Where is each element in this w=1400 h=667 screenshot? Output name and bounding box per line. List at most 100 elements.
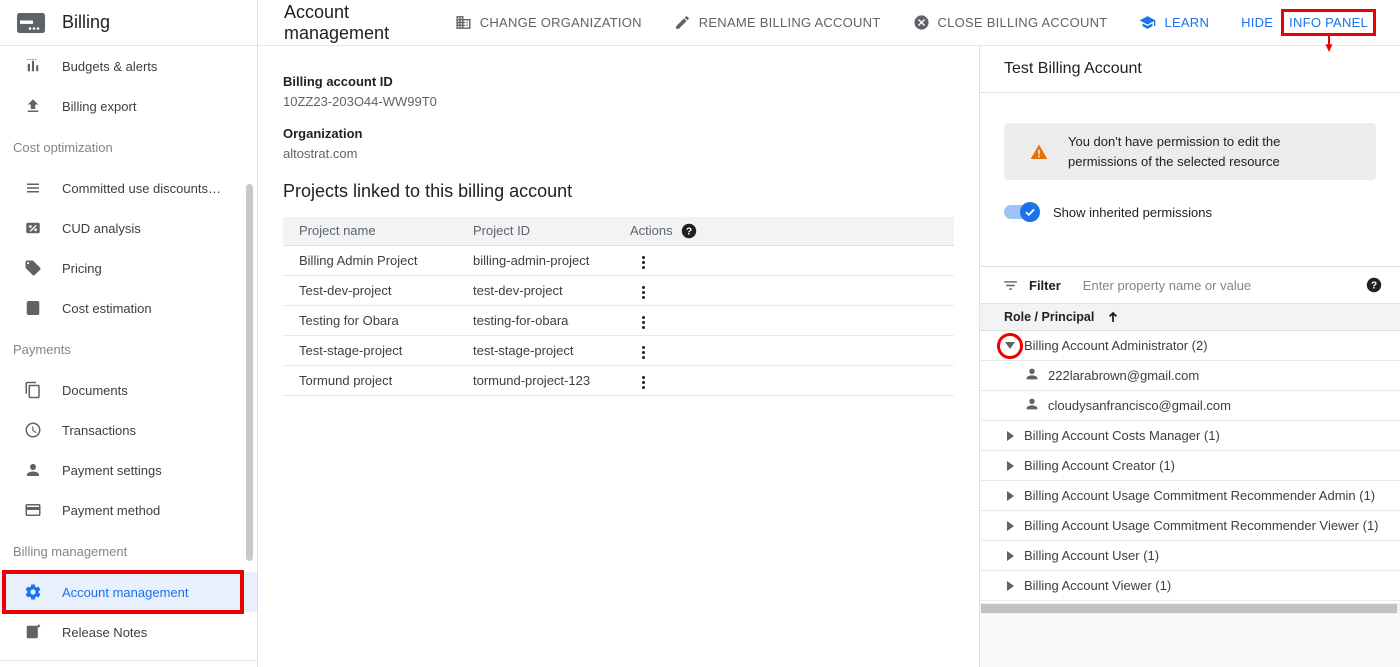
role-label: Billing Account Usage Commitment Recomme… [1024,488,1375,503]
projects-heading: Projects linked to this billing account [283,181,955,202]
column-header-project-name[interactable]: Project name [283,217,457,245]
role-row-billing-account-creator[interactable]: Billing Account Creator (1) [980,451,1400,481]
sidebar-item-account-management[interactable]: Account management [0,572,257,612]
button-label: CLOSE BILLING ACCOUNT [938,15,1108,30]
column-header-label: Actions [630,223,673,238]
sidebar-item-label: Release Notes [62,625,147,640]
svg-text:?: ? [1371,280,1377,291]
learn-button[interactable]: LEARN [1139,14,1209,31]
role-row-billing-account-costs-manager[interactable]: Billing Account Costs Manager (1) [980,421,1400,451]
billing-card-icon [16,14,46,32]
field-label: Billing account ID [283,74,955,89]
rename-billing-account-button[interactable]: RENAME BILLING ACCOUNT [674,14,881,31]
sidebar-section-payments: Payments [0,328,257,370]
sidebar-item-cud-analysis[interactable]: CUD analysis [0,208,257,248]
sidebar-item-label: Billing export [62,99,136,114]
sidebar-item-committed-use-discounts[interactable]: Committed use discounts… [0,168,257,208]
field-label: Organization [283,126,955,141]
sidebar-item-release-notes[interactable]: Release Notes [0,612,257,652]
project-id-cell: test-stage-project [457,335,614,365]
project-id-cell: testing-for-obara [457,305,614,335]
role-row-billing-account-user[interactable]: Billing Account User (1) [980,541,1400,571]
project-id-cell: billing-admin-project [457,245,614,275]
table-row: Billing Admin Project billing-admin-proj… [283,245,954,275]
table-row: Tormund project tormund-project-123 [283,365,954,395]
role-row-billing-account-viewer[interactable]: Billing Account Viewer (1) [980,571,1400,601]
sidebar-item-transactions[interactable]: Transactions [0,410,257,450]
role-row-billing-account-administrator[interactable]: Billing Account Administrator (2) [980,331,1400,361]
column-header-label: Role / Principal [1004,310,1094,324]
expand-role-icon[interactable] [1004,550,1016,562]
sidebar-item-budgets-alerts[interactable]: Budgets & alerts [0,46,257,86]
sidebar-nav: Budgets & alerts Billing export Cost opt… [0,46,257,667]
sidebar-item-label: Cost estimation [62,301,152,316]
content-row: Billing account ID 10ZZ23-203O44-WW99T0 … [258,46,1400,667]
expand-role-icon[interactable] [1004,520,1016,532]
expand-role-icon[interactable] [1004,580,1016,592]
svg-text:?: ? [686,226,692,237]
member-email: cloudysanfrancisco@gmail.com [1048,398,1231,413]
button-label: CHANGE ORGANIZATION [480,15,642,30]
sidebar-header: Billing [0,0,257,46]
role-row-recommender-viewer[interactable]: Billing Account Usage Commitment Recomme… [980,511,1400,541]
gear-icon [24,583,42,601]
row-actions-menu-button[interactable] [636,312,651,333]
role-label: Billing Account Viewer (1) [1024,578,1171,593]
sidebar-item-label: Account management [62,585,188,600]
role-row-recommender-admin[interactable]: Billing Account Usage Commitment Recomme… [980,481,1400,511]
sidebar-section-billing-management: Billing management [0,530,257,572]
inherited-permissions-toggle[interactable] [1004,205,1038,219]
project-id-cell: test-dev-project [457,275,614,305]
sidebar-item-pricing[interactable]: Pricing [0,248,257,288]
project-name-cell: Testing for Obara [283,305,457,335]
change-organization-button[interactable]: CHANGE ORGANIZATION [455,14,642,31]
button-label: HIDE [1241,15,1273,30]
filter-label: Filter [1029,278,1061,293]
sidebar-divider [0,660,257,661]
table-header-row: Project name Project ID Actions ? [283,217,954,245]
horizontal-scrollbar[interactable] [980,603,1400,614]
field-value: altostrat.com [283,146,955,161]
sidebar-item-label: Payment method [62,503,160,518]
help-icon[interactable]: ? [681,223,697,239]
filter-input[interactable] [1083,278,1366,293]
clock-icon [24,421,42,439]
sidebar-scrollbar[interactable] [246,184,253,561]
permission-alert: You don't have permission to edit the pe… [1004,123,1376,180]
collapse-role-icon[interactable] [1004,340,1016,352]
sidebar-item-billing-export[interactable]: Billing export [0,86,257,126]
building-icon [455,14,472,31]
row-actions-menu-button[interactable] [636,342,651,363]
sidebar-item-payment-method[interactable]: Payment method [0,490,257,530]
info-panel-footer [980,614,1400,667]
project-name-cell: Tormund project [283,365,457,395]
sidebar-item-cost-estimation[interactable]: Cost estimation [0,288,257,328]
sidebar-item-payment-settings[interactable]: Payment settings [0,450,257,490]
billing-console-page: Billing Budgets & alerts Billing export … [0,0,1400,667]
project-name-cell: Test-dev-project [283,275,457,305]
button-label: RENAME BILLING ACCOUNT [699,15,881,30]
alert-text: You don't have permission to edit the pe… [1068,132,1340,172]
organization-field: Organization altostrat.com [283,126,955,161]
button-label: INFO PANEL [1289,15,1368,30]
expand-role-icon[interactable] [1004,460,1016,472]
member-row: cloudysanfrancisco@gmail.com [980,391,1400,421]
column-header-project-id[interactable]: Project ID [457,217,614,245]
hide-info-panel-button[interactable]: HIDE INFO PANEL [1241,9,1376,36]
role-principal-header[interactable]: Role / Principal [980,303,1400,331]
person-icon [1024,366,1040,385]
row-actions-menu-button[interactable] [636,252,651,273]
calculator-icon [24,299,42,317]
help-icon[interactable]: ? [1366,277,1382,293]
projects-table: Project name Project ID Actions ? [283,217,954,396]
expand-role-icon[interactable] [1004,430,1016,442]
sidebar-item-label: Payment settings [62,463,162,478]
row-actions-menu-button[interactable] [636,372,651,393]
role-label: Billing Account User (1) [1024,548,1159,563]
role-label: Billing Account Usage Commitment Recomme… [1024,518,1379,533]
release-notes-icon [24,623,42,641]
sidebar-item-documents[interactable]: Documents [0,370,257,410]
row-actions-menu-button[interactable] [636,282,651,303]
close-billing-account-button[interactable]: CLOSE BILLING ACCOUNT [913,14,1108,31]
expand-role-icon[interactable] [1004,490,1016,502]
